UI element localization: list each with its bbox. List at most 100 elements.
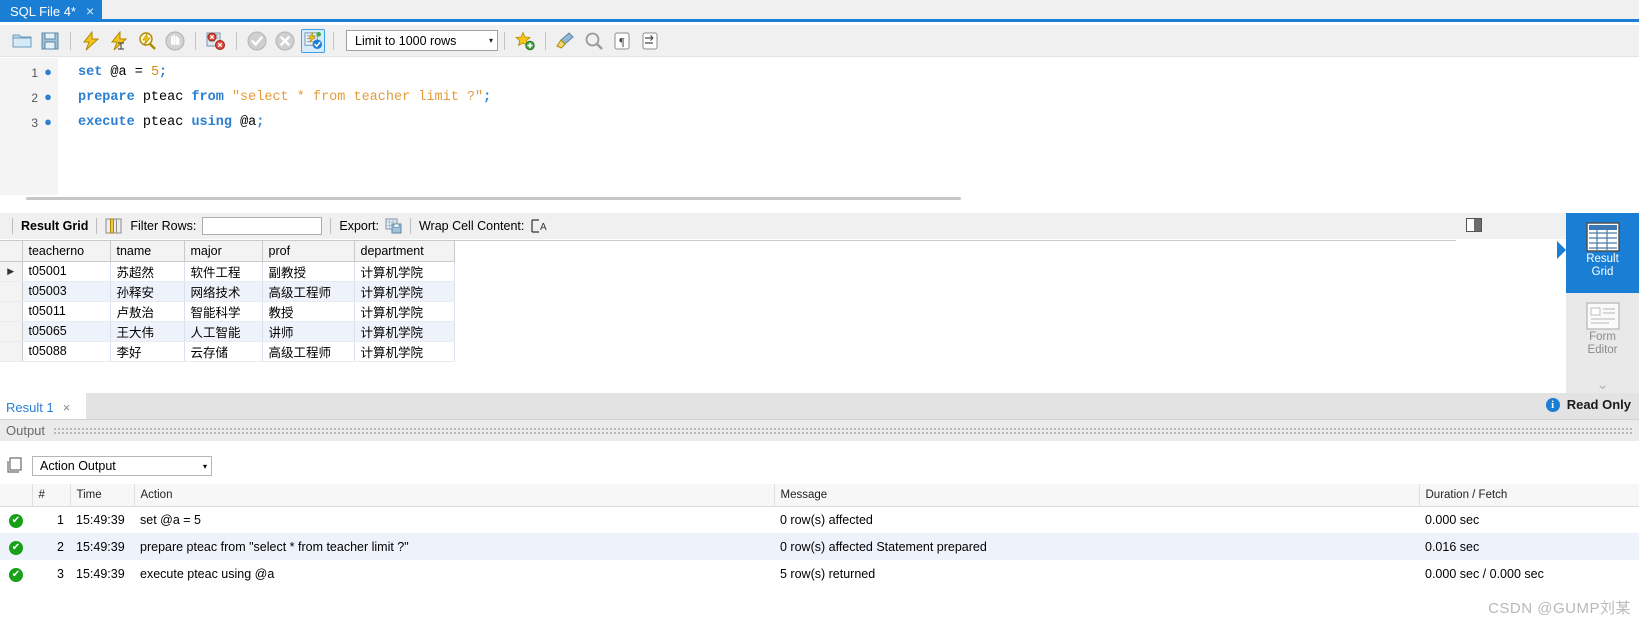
cell-tname[interactable]: 李好 xyxy=(110,341,185,362)
add-snippet-button[interactable] xyxy=(513,29,537,53)
output-column-header[interactable] xyxy=(0,484,32,507)
wrap-cell-icon[interactable]: A xyxy=(530,218,547,234)
cell-teacherno[interactable]: t05011 xyxy=(22,301,111,322)
commit-transaction-button[interactable] xyxy=(245,29,269,53)
cell-teacherno[interactable]: t05001 xyxy=(22,261,111,282)
output-column-header[interactable]: Action xyxy=(133,484,774,507)
code-line[interactable]: 2 ● prepare pteac from "select * from teac… xyxy=(0,85,1639,110)
sql-editor[interactable]: 1 ● set @a = 5; 2 ● prepare pteac from "selec… xyxy=(0,58,1639,195)
output-row[interactable]: ✔ 1 15:49:39 set @a = 50 row(s) affected 0.0… xyxy=(0,506,1639,533)
cell-department[interactable]: 计算机学院 xyxy=(354,261,455,282)
rollback-transaction-button[interactable] xyxy=(273,29,297,53)
output-cell-time[interactable]: 15:49:39 xyxy=(70,533,134,560)
output-cell-duration[interactable]: 0.016 sec xyxy=(1419,533,1639,560)
output-cell-num[interactable]: 2 xyxy=(32,533,70,560)
chevron-down-icon[interactable]: ⌄ xyxy=(1566,375,1639,393)
cell-teacherno[interactable]: t05003 xyxy=(22,281,111,302)
stop-execution-button[interactable] xyxy=(163,29,187,53)
code-line[interactable]: 1 ● set @a = 5; xyxy=(0,60,1639,85)
row-selector-header[interactable] xyxy=(0,241,23,262)
code-line[interactable]: 3 ● execute pteac using @a; xyxy=(0,110,1639,135)
table-row[interactable]: t05003 孙释安 网络技术 高级工程师 计算机学院 xyxy=(0,281,455,302)
cell-major[interactable]: 软件工程 xyxy=(184,261,263,282)
cell-prof[interactable]: 副教授 xyxy=(262,261,355,282)
output-row[interactable]: ✔ 3 15:49:39 execute pteac using @a 5 row(s)… xyxy=(0,560,1639,587)
sidebar-item-form-editor[interactable]: Form Editor xyxy=(1566,293,1639,373)
output-cell-num[interactable]: 1 xyxy=(32,506,70,533)
close-icon[interactable]: × xyxy=(63,400,71,415)
cell-tname[interactable]: 苏超然 xyxy=(110,261,185,282)
sidebar-item-result-grid[interactable]: Result Grid xyxy=(1557,213,1639,293)
table-row[interactable]: t05088 李好 云存储 高级工程师 计算机学院 xyxy=(0,341,455,362)
table-row[interactable]: ▶ t05001 苏超然 软件工程 副教授 计算机学院 xyxy=(0,261,455,282)
find-panel-button[interactable] xyxy=(582,29,606,53)
output-cell-message[interactable]: 5 row(s) returned xyxy=(774,560,1419,587)
tab-sql-file-4[interactable]: SQL File 4* × xyxy=(0,0,103,22)
output-column-header[interactable]: Time xyxy=(69,484,134,507)
column-header-tname[interactable]: tname xyxy=(110,241,185,262)
column-header-major[interactable]: major xyxy=(184,241,263,262)
row-marker[interactable] xyxy=(0,301,23,322)
output-cell-message[interactable]: 0 row(s) affected xyxy=(774,506,1419,533)
row-marker[interactable] xyxy=(0,341,23,362)
toggle-word-wrap-button[interactable] xyxy=(638,29,662,53)
cell-major[interactable]: 智能科学 xyxy=(184,301,263,322)
cell-prof[interactable]: 高级工程师 xyxy=(262,341,355,362)
editor-results-splitter[interactable] xyxy=(26,197,961,200)
output-type-select[interactable]: Action Output ▾ xyxy=(32,456,212,476)
cell-department[interactable]: 计算机学院 xyxy=(354,281,455,302)
statement-marker-icon[interactable]: ● xyxy=(38,65,58,80)
column-header-prof[interactable]: prof xyxy=(262,241,355,262)
column-header-teacherno[interactable]: teacherno xyxy=(22,241,111,262)
save-sql-script-button[interactable] xyxy=(38,29,62,53)
cell-department[interactable]: 计算机学院 xyxy=(354,341,455,362)
cell-prof[interactable]: 高级工程师 xyxy=(262,281,355,302)
row-marker[interactable]: ▶ xyxy=(0,261,23,282)
toggle-stop-on-error-button[interactable] xyxy=(204,29,228,53)
toggle-invisible-chars-button[interactable]: ¶ xyxy=(610,29,634,53)
column-header-department[interactable]: department xyxy=(354,241,455,262)
cell-prof[interactable]: 教授 xyxy=(262,301,355,322)
table-row[interactable]: t05011 卢敖治 智能科学 教授 计算机学院 xyxy=(0,301,455,322)
export-grid-icon[interactable] xyxy=(385,218,402,234)
cell-tname[interactable]: 卢敖治 xyxy=(110,301,185,322)
execute-current-statement-button[interactable] xyxy=(107,29,131,53)
output-cell-action[interactable]: execute pteac using @a xyxy=(134,560,774,587)
cell-major[interactable]: 人工智能 xyxy=(184,321,263,342)
explain-statement-button[interactable] xyxy=(135,29,159,53)
output-cell-time[interactable]: 15:49:39 xyxy=(70,506,134,533)
row-marker[interactable] xyxy=(0,321,23,342)
execute-statement-button[interactable] xyxy=(79,29,103,53)
output-cell-duration[interactable]: 0.000 sec / 0.000 sec xyxy=(1419,560,1639,587)
output-column-header[interactable]: # xyxy=(31,484,70,507)
close-icon[interactable]: × xyxy=(86,4,94,18)
output-cell-time[interactable]: 15:49:39 xyxy=(70,560,134,587)
output-cell-message[interactable]: 0 row(s) affected Statement prepared xyxy=(774,533,1419,560)
row-marker[interactable] xyxy=(0,281,23,302)
cell-major[interactable]: 云存储 xyxy=(184,341,263,362)
output-cell-num[interactable]: 3 xyxy=(32,560,70,587)
cell-department[interactable]: 计算机学院 xyxy=(354,321,455,342)
statement-marker-icon[interactable]: ● xyxy=(38,115,58,130)
cell-prof[interactable]: 讲师 xyxy=(262,321,355,342)
output-cell-action[interactable]: prepare pteac from "select * from teache… xyxy=(134,533,774,560)
output-panel-icon[interactable] xyxy=(6,456,24,477)
table-row[interactable]: t05065 王大伟 人工智能 讲师 计算机学院 xyxy=(0,321,455,342)
output-cell-action[interactable]: set @a = 5 xyxy=(134,506,774,533)
toggle-side-panel-button[interactable] xyxy=(1466,218,1482,232)
row-limit-select[interactable]: Limit to 1000 rows ▾ xyxy=(346,30,498,51)
cell-tname[interactable]: 王大伟 xyxy=(110,321,185,342)
filter-rows-input[interactable] xyxy=(202,217,323,235)
statement-marker-icon[interactable]: ● xyxy=(38,90,58,105)
output-row[interactable]: ✔ 2 15:49:39 prepare pteac from "select * f… xyxy=(0,533,1639,560)
output-cell-duration[interactable]: 0.000 sec xyxy=(1419,506,1639,533)
output-column-header[interactable]: Duration / Fetch xyxy=(1418,484,1639,507)
tab-result-1[interactable]: Result 1 × xyxy=(6,396,70,418)
result-grid[interactable]: teacherno tname major prof department ▶ t0500… xyxy=(0,240,1456,392)
toggle-auto-commit-button[interactable] xyxy=(301,28,325,53)
output-column-header[interactable]: Message xyxy=(773,484,1419,507)
grid-columns-icon[interactable] xyxy=(105,218,122,234)
cell-teacherno[interactable]: t05065 xyxy=(22,321,111,342)
cell-major[interactable]: 网络技术 xyxy=(184,281,263,302)
cell-tname[interactable]: 孙释安 xyxy=(110,281,185,302)
